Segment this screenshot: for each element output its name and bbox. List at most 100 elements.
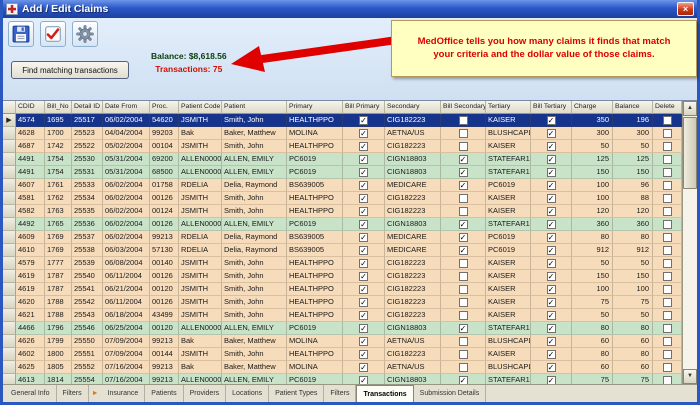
cell-patient[interactable]: ALLEN, EMILY xyxy=(222,153,287,166)
bill-tertiary-checkbox[interactable]: ✓ xyxy=(547,246,556,255)
bill-secondary-checkbox[interactable] xyxy=(459,350,468,359)
cell-secondary[interactable]: AETNA/US xyxy=(385,335,441,348)
cell-cdid[interactable]: 4491 xyxy=(16,153,45,166)
column-header-detail-id[interactable]: Detail ID xyxy=(72,101,103,114)
column-header-bill-tertiary[interactable]: Bill Tertiary xyxy=(531,101,572,114)
bill-tertiary-checkbox[interactable]: ✓ xyxy=(547,233,556,242)
cell-detail-id[interactable]: 25551 xyxy=(72,348,103,361)
cell-charge[interactable]: 75 xyxy=(572,296,613,309)
cell-tertiary[interactable]: KAISER xyxy=(486,114,531,127)
delete-checkbox[interactable] xyxy=(663,376,672,385)
cell-charge[interactable]: 150 xyxy=(572,270,613,283)
cell-cdid[interactable]: 4613 xyxy=(16,374,45,384)
bill-secondary-checkbox[interactable]: ✓ xyxy=(459,324,468,333)
tab-locations[interactable]: Locations xyxy=(226,385,269,402)
bill-tertiary-checkbox[interactable]: ✓ xyxy=(547,194,556,203)
cell-secondary[interactable]: CIG182223 xyxy=(385,270,441,283)
cell-cdid[interactable]: 4625 xyxy=(16,361,45,374)
cell-date-from[interactable]: 06/21/2004 xyxy=(103,283,150,296)
cell-date-from[interactable]: 06/02/2004 xyxy=(103,231,150,244)
cell-patient[interactable]: Baker, Matthew xyxy=(222,335,287,348)
bill-primary-checkbox[interactable]: ✓ xyxy=(359,324,368,333)
bill-primary-checkbox[interactable]: ✓ xyxy=(359,207,368,216)
row-selector[interactable] xyxy=(3,231,16,244)
bill-tertiary-checkbox[interactable]: ✓ xyxy=(547,324,556,333)
bill-secondary-checkbox[interactable] xyxy=(459,311,468,320)
cell-tertiary[interactable]: KAISER xyxy=(486,296,531,309)
cell-bill-no[interactable]: 1769 xyxy=(45,231,72,244)
row-selector[interactable] xyxy=(3,218,16,231)
cell-bill-no[interactable]: 1769 xyxy=(45,244,72,257)
cell-tertiary[interactable]: PC6019 xyxy=(486,231,531,244)
cell-tertiary[interactable]: KAISER xyxy=(486,309,531,322)
cell-primary[interactable]: MOLINA xyxy=(287,361,343,374)
cell-balance[interactable]: 75 xyxy=(613,374,653,384)
close-button[interactable]: × xyxy=(677,2,694,16)
cell-proc[interactable]: 99203 xyxy=(150,127,179,140)
bill-secondary-checkbox[interactable]: ✓ xyxy=(459,220,468,229)
delete-checkbox[interactable] xyxy=(663,233,672,242)
bill-primary-checkbox[interactable]: ✓ xyxy=(359,233,368,242)
cell-charge[interactable]: 100 xyxy=(572,192,613,205)
cell-patient-code[interactable]: JSMITH xyxy=(179,140,222,153)
bill-tertiary-checkbox[interactable]: ✓ xyxy=(547,272,556,281)
column-header-tertiary[interactable]: Tertiary xyxy=(486,101,531,114)
bill-primary-checkbox[interactable]: ✓ xyxy=(359,285,368,294)
bill-secondary-checkbox[interactable] xyxy=(459,363,468,372)
row-selector[interactable] xyxy=(3,283,16,296)
cell-tertiary[interactable]: KAISER xyxy=(486,270,531,283)
cell-charge[interactable]: 80 xyxy=(572,322,613,335)
cell-proc[interactable]: 00124 xyxy=(150,205,179,218)
cell-cdid[interactable]: 4574 xyxy=(16,114,45,127)
cell-date-from[interactable]: 06/25/2004 xyxy=(103,322,150,335)
cell-primary[interactable]: PC6019 xyxy=(287,153,343,166)
cell-detail-id[interactable]: 25540 xyxy=(72,270,103,283)
cell-balance[interactable]: 80 xyxy=(613,348,653,361)
tab-general-info[interactable]: General Info xyxy=(5,385,57,402)
cell-cdid[interactable]: 4602 xyxy=(16,348,45,361)
cell-date-from[interactable]: 06/11/2004 xyxy=(103,270,150,283)
cell-bill-no[interactable]: 1765 xyxy=(45,218,72,231)
cell-proc[interactable]: 01758 xyxy=(150,179,179,192)
bill-tertiary-checkbox[interactable]: ✓ xyxy=(547,376,556,385)
cell-primary[interactable]: BS639005 xyxy=(287,179,343,192)
cell-date-from[interactable]: 05/31/2004 xyxy=(103,153,150,166)
cell-charge[interactable]: 60 xyxy=(572,361,613,374)
cell-primary[interactable]: HEALTHPPO xyxy=(287,296,343,309)
cell-secondary[interactable]: AETNA/US xyxy=(385,361,441,374)
cell-charge[interactable]: 912 xyxy=(572,244,613,257)
cell-charge[interactable]: 300 xyxy=(572,127,613,140)
row-selector[interactable] xyxy=(3,153,16,166)
cell-primary[interactable]: BS639005 xyxy=(287,244,343,257)
bill-tertiary-checkbox[interactable]: ✓ xyxy=(547,207,556,216)
cell-patient[interactable]: Smith, John xyxy=(222,205,287,218)
cell-balance[interactable]: 125 xyxy=(613,153,653,166)
row-selector[interactable]: ▶ xyxy=(3,114,16,127)
bill-primary-checkbox[interactable]: ✓ xyxy=(359,298,368,307)
cell-cdid[interactable]: 4620 xyxy=(16,296,45,309)
row-selector[interactable] xyxy=(3,335,16,348)
cell-patient-code[interactable]: ALLEN0000 xyxy=(179,322,222,335)
cell-charge[interactable]: 100 xyxy=(572,179,613,192)
cell-proc[interactable]: 00126 xyxy=(150,296,179,309)
cell-patient[interactable]: Smith, John xyxy=(222,140,287,153)
cell-patient-code[interactable]: ALLEN0000 xyxy=(179,218,222,231)
cell-primary[interactable]: HEALTHPPO xyxy=(287,114,343,127)
bill-secondary-checkbox[interactable] xyxy=(459,337,468,346)
cell-bill-no[interactable]: 1799 xyxy=(45,335,72,348)
tab-insurance[interactable]: Insurance xyxy=(102,385,146,402)
cell-secondary[interactable]: CIG182223 xyxy=(385,114,441,127)
cell-patient-code[interactable]: JSMITH xyxy=(179,114,222,127)
column-header-date-from[interactable]: Date From xyxy=(103,101,150,114)
cell-detail-id[interactable]: 25537 xyxy=(72,231,103,244)
bill-primary-checkbox[interactable]: ✓ xyxy=(359,194,368,203)
cell-patient[interactable]: ALLEN, EMILY xyxy=(222,322,287,335)
cell-proc[interactable]: 00120 xyxy=(150,322,179,335)
cell-proc[interactable]: 00140 xyxy=(150,257,179,270)
cell-proc[interactable]: 54620 xyxy=(150,114,179,127)
column-header-secondary[interactable]: Secondary xyxy=(385,101,441,114)
cell-detail-id[interactable]: 25543 xyxy=(72,309,103,322)
delete-checkbox[interactable] xyxy=(663,246,672,255)
cell-bill-no[interactable]: 1777 xyxy=(45,257,72,270)
bill-secondary-checkbox[interactable]: ✓ xyxy=(459,246,468,255)
